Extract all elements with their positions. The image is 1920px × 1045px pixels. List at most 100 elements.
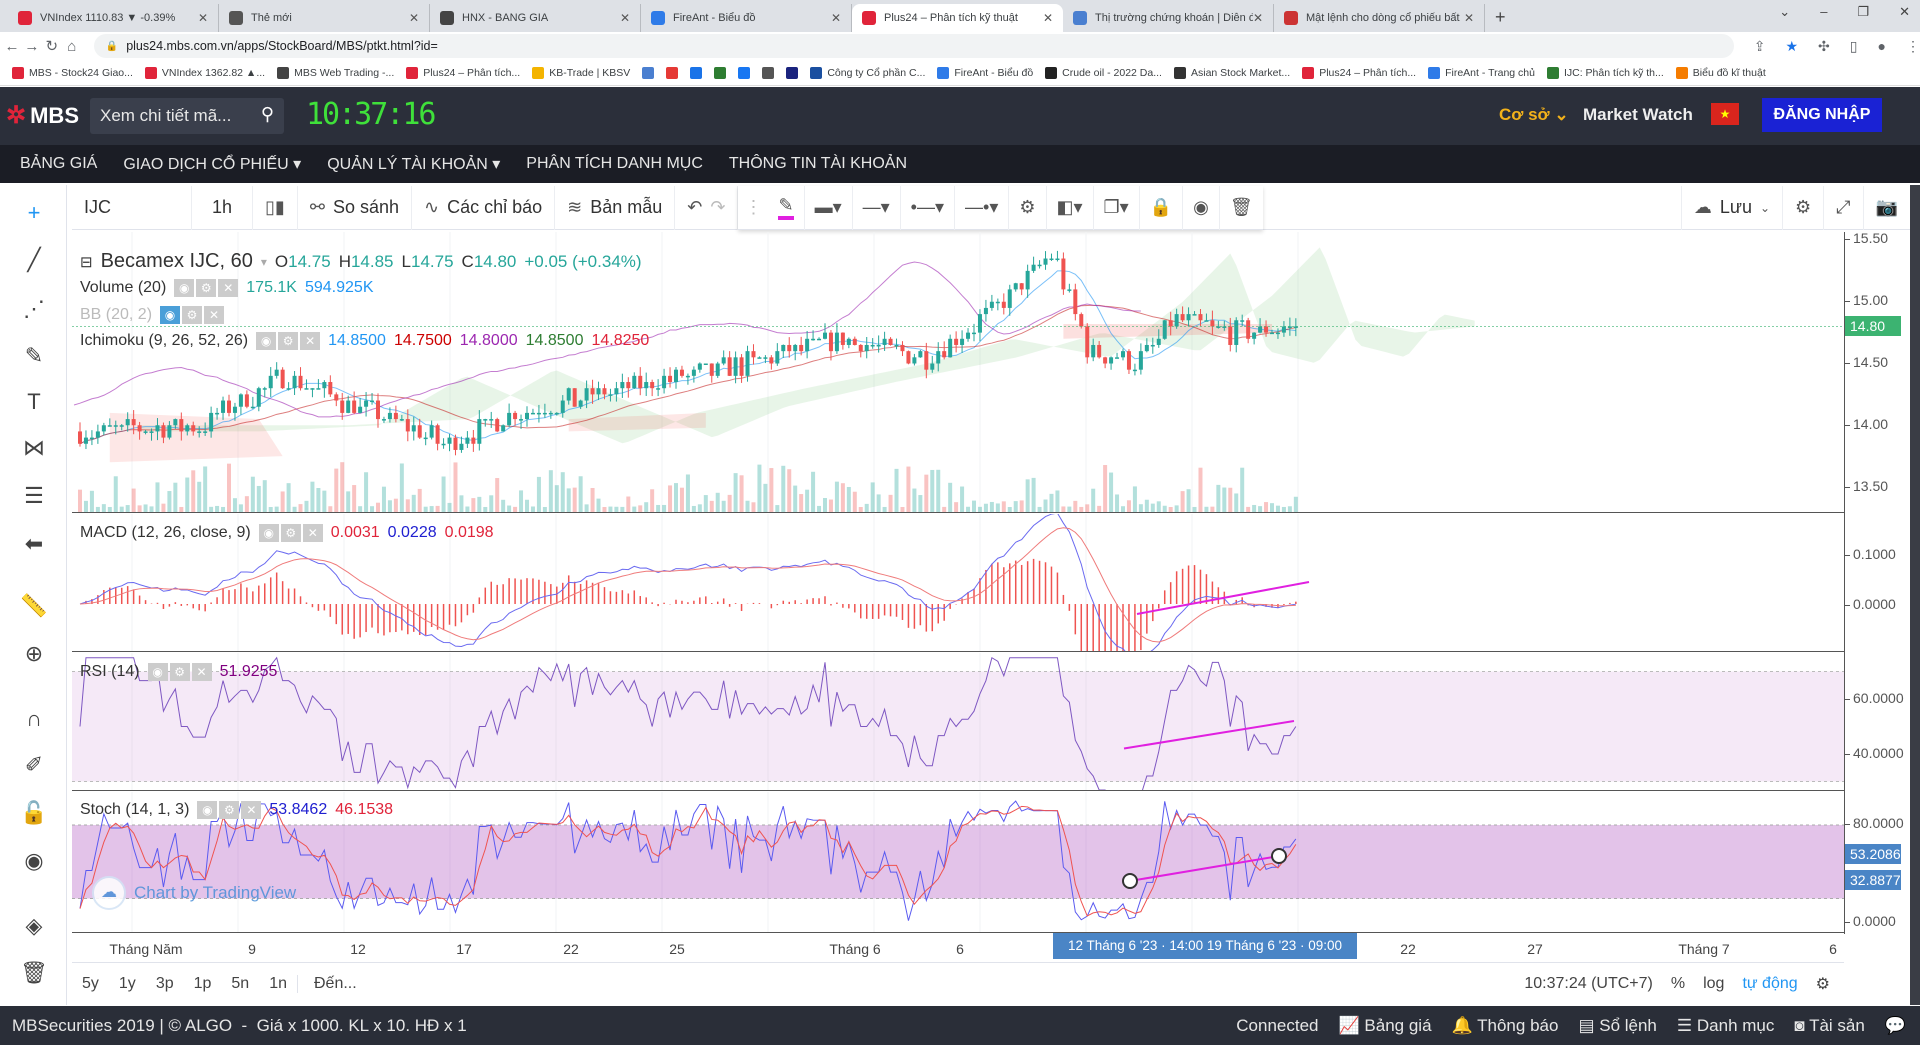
timezone-clock[interactable]: 10:37:24 (UTC+7) (1524, 975, 1653, 993)
range-5d-button[interactable]: 5n (221, 975, 259, 993)
profile-icon[interactable]: ● (1878, 38, 1886, 55)
back-icon[interactable]: ← (4, 38, 20, 55)
browser-tab[interactable]: VNIndex 1110.83 ▼ -0.39% ✕ (8, 4, 219, 32)
log-scale-button[interactable]: log (1703, 975, 1724, 993)
range-5y-button[interactable]: 5y (72, 975, 109, 993)
zoom-in-icon[interactable]: ⊕ (18, 638, 50, 670)
login-button[interactable]: ĐĂNG NHẬP (1762, 98, 1882, 132)
auto-scale-button[interactable]: tự động (1742, 975, 1797, 993)
save-button[interactable]: ☁ Lưu ⌄ (1680, 185, 1784, 230)
eye-icon[interactable]: ◉ (18, 845, 50, 877)
bookmark-item[interactable] (690, 66, 703, 79)
browser-tab[interactable]: Thẻ mới ✕ (219, 4, 430, 32)
price-pane[interactable]: ⊟ Becamex IJC, 60 ▾ O14.75 H14.85 L14.75… (72, 232, 1844, 513)
line-end-button[interactable]: —•▾ (955, 185, 1010, 230)
crosshair-icon[interactable]: + (18, 197, 50, 229)
bookmark-item[interactable]: MBS Web Trading -... (277, 66, 394, 79)
footer-portfolio[interactable]: ☰ Danh mục (1677, 1016, 1774, 1036)
reload-icon[interactable]: ↻ (44, 37, 60, 55)
menu-icon[interactable]: ⋮ (1906, 38, 1920, 55)
footer-notifications[interactable]: 🔔 Thông báo (1452, 1016, 1559, 1036)
indicator-buttons[interactable]: ◉ ⚙ ✕ (174, 279, 239, 297)
sidepanel-icon[interactable]: ▯ (1850, 38, 1858, 55)
screenshot-button[interactable]: 📷 (1864, 186, 1910, 230)
browser-tab[interactable]: HNX - BANG GIA ✕ (430, 4, 641, 32)
magnet-icon[interactable]: ∩ (18, 703, 50, 735)
bookmark-star-icon[interactable]: ★ (1785, 38, 1798, 55)
range-1d-button[interactable]: 1n (259, 975, 297, 993)
search-icon[interactable]: ⚲ (261, 104, 274, 125)
chart-settings-button[interactable]: ⚙ (1783, 185, 1825, 230)
macd-pane[interactable]: MACD (12, 26, close, 9) ◉ ⚙ ✕ 0.0031 0.0228 0… (72, 514, 1844, 652)
bookmark-item[interactable]: Công ty Cổ phần C... (810, 66, 925, 79)
fill-button[interactable]: ◧▾ (1047, 185, 1094, 230)
bookmark-item[interactable]: IJC: Phân tích kỹ th... (1546, 66, 1664, 79)
market-dropdown[interactable]: Cơ sở ⌄ (1499, 105, 1569, 125)
browser-tab[interactable]: Mật lệnh cho dòng cổ phiếu bất ✕ (1274, 4, 1485, 32)
interval-button[interactable]: 1h (192, 185, 254, 230)
brush-icon[interactable]: ✎ (18, 340, 50, 372)
price-axis[interactable]: 15.50 15.00 14.50 14.00 13.50 14.80 0.10… (1844, 230, 1910, 934)
close-tab-icon[interactable]: ✕ (198, 11, 208, 25)
browser-tab[interactable]: FireAnt - Biểu đồ ✕ (641, 4, 852, 32)
drag-handle-icon[interactable]: ⋮ (744, 197, 762, 218)
delete-button[interactable]: 🗑 (1220, 186, 1263, 230)
drawing-settings-button[interactable]: ⚙ (1009, 185, 1047, 230)
hide-button[interactable]: ◉ (1183, 185, 1220, 230)
bookmark-item[interactable]: Asian Stock Market... (1173, 66, 1290, 79)
extensions-icon[interactable]: ✣ (1818, 38, 1830, 55)
clone-button[interactable]: ❐▾ (1094, 185, 1140, 230)
new-tab-button[interactable]: + (1495, 4, 1506, 32)
bookmark-item[interactable]: KB-Trade | KBSV (532, 66, 630, 79)
footer-price-board[interactable]: 📈 Bảng giá (1339, 1016, 1432, 1036)
bookmark-item[interactable] (762, 66, 775, 79)
indicator-buttons[interactable]: ◉ ⚙ ✕ (256, 332, 321, 350)
bookmark-item[interactable]: Crude oil - 2022 Da... (1045, 66, 1162, 79)
line-width-button[interactable]: ▬▾ (805, 185, 853, 230)
indicator-buttons[interactable]: ◉ ⚙ ✕ (197, 801, 262, 819)
bookmark-item[interactable] (738, 66, 751, 79)
chart-type-button[interactable]: ▯▮ (253, 185, 298, 230)
fullscreen-button[interactable]: ⤢ (1824, 185, 1864, 230)
line-color-button[interactable]: ✎ (768, 185, 805, 230)
bookmark-item[interactable]: FireAnt - Biểu đồ (937, 66, 1033, 79)
line-start-button[interactable]: •—▾ (901, 185, 956, 230)
unlock-icon[interactable]: 🔓 (18, 797, 50, 829)
range-3m-button[interactable]: 3p (146, 975, 184, 993)
footer-order-book[interactable]: ▤ Sổ lệnh (1578, 1016, 1656, 1036)
indicator-buttons[interactable]: ◉ ⚙ ✕ (147, 663, 212, 681)
compare-button[interactable]: ⚯ So sánh (298, 185, 412, 230)
nav-item[interactable]: QUẢN LÝ TÀI KHOẢN ▾ (327, 154, 500, 174)
bookmark-item[interactable] (786, 66, 799, 79)
nav-item[interactable]: GIAO DỊCH CỔ PHIẾU ▾ (123, 154, 301, 174)
close-tab-icon[interactable]: ✕ (620, 11, 630, 25)
minimize-button[interactable]: – (1820, 4, 1827, 20)
market-watch-link[interactable]: Market Watch (1583, 105, 1693, 125)
bookmark-item[interactable]: VNIndex 1362.82 ▲... (144, 66, 265, 79)
bookmark-item[interactable] (666, 66, 679, 79)
pattern-icon[interactable]: ⋈ (18, 432, 50, 464)
range-1m-button[interactable]: 1p (184, 975, 222, 993)
indicator-buttons[interactable]: ◉ ⚙ ✕ (160, 306, 225, 324)
chevron-down-icon[interactable]: ▾ (261, 255, 267, 269)
layers-icon[interactable]: ◈ (18, 910, 50, 942)
bookmark-item[interactable]: Plus24 – Phân tích... (1302, 66, 1416, 79)
range-1y-button[interactable]: 1y (109, 975, 146, 993)
nav-item[interactable]: THÔNG TIN TÀI KHOẢN (729, 155, 907, 173)
bookmark-item[interactable] (642, 66, 655, 79)
browser-tab[interactable]: Plus24 – Phân tích kỹ thuật ✕ (852, 4, 1063, 32)
symbol-input[interactable]: IJC (72, 185, 192, 230)
page-scrollbar[interactable] (1910, 185, 1920, 1005)
footer-assets[interactable]: ◙ Tài sản (1794, 1016, 1864, 1036)
close-tab-icon[interactable]: ✕ (1253, 11, 1263, 25)
stoch-pane[interactable]: Stoch (14, 1, 3) ◉ ⚙ ✕ 53.8462 46.1538 (72, 792, 1844, 933)
symbol-search-input[interactable]: Xem chi tiết mã... ⚲ (90, 98, 284, 134)
share-icon[interactable]: ⇪ (1754, 38, 1766, 55)
tab-search-icon[interactable]: ⌄ (1779, 4, 1790, 20)
browser-tab[interactable]: Thị trường chứng khoán | Diễn đ ✕ (1063, 4, 1274, 32)
bookmark-item[interactable]: MBS - Stock24 Giao... (12, 66, 133, 79)
trendline-icon[interactable]: ╱ (18, 244, 50, 276)
nav-item[interactable]: PHÂN TÍCH DANH MỤC (526, 155, 703, 173)
indicator-buttons[interactable]: ◉ ⚙ ✕ (258, 524, 323, 542)
chat-icon[interactable]: 💬 (1885, 1016, 1906, 1036)
